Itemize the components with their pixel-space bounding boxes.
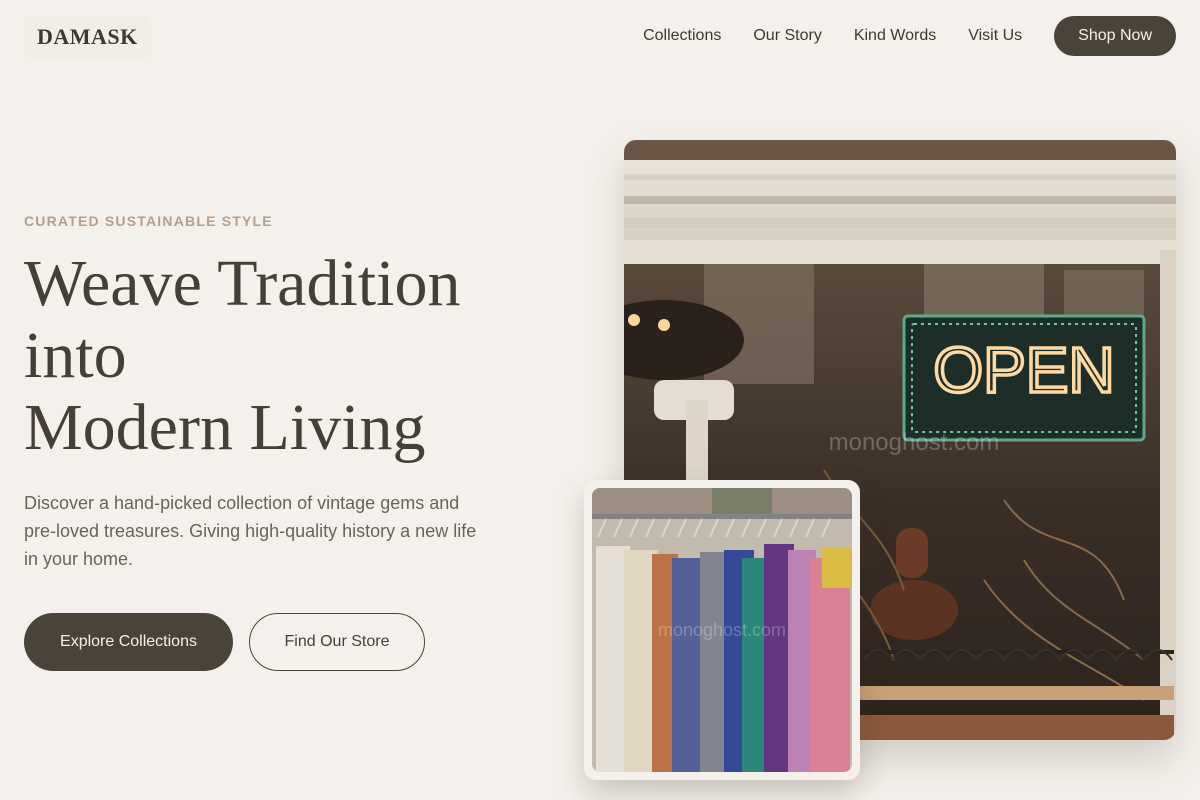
headline-line-1: Weave Tradition bbox=[24, 247, 461, 320]
nav-link-our-story[interactable]: Our Story bbox=[753, 27, 821, 45]
site-header: DAMASK Collections Our Story Kind Words … bbox=[0, 0, 1200, 72]
nav-link-kind-words[interactable]: Kind Words bbox=[854, 27, 936, 45]
clothing-rack-illustration: monoghost.com bbox=[592, 488, 852, 772]
nav-link-collections[interactable]: Collections bbox=[643, 27, 721, 45]
inset-watermark: monoghost.com bbox=[658, 620, 786, 640]
nav-link-visit-us[interactable]: Visit Us bbox=[968, 27, 1022, 45]
photo-watermark: monoghost.com bbox=[829, 429, 1000, 456]
clothing-rack-photo: monoghost.com bbox=[592, 488, 852, 772]
hero-eyebrow: CURATED SUSTAINABLE STYLE bbox=[24, 213, 273, 229]
open-sign-text: OPEN bbox=[933, 334, 1114, 406]
headline-line-2: into bbox=[24, 319, 127, 392]
shop-now-button[interactable]: Shop Now bbox=[1054, 16, 1176, 56]
hero-description: Discover a hand-picked collection of vin… bbox=[24, 493, 477, 569]
brand-logo[interactable]: DAMASK bbox=[24, 16, 151, 58]
explore-collections-button[interactable]: Explore Collections bbox=[24, 613, 233, 671]
headline-line-3: Modern Living bbox=[24, 391, 426, 464]
main-nav: Collections Our Story Kind Words Visit U… bbox=[643, 16, 1176, 56]
find-our-store-button[interactable]: Find Our Store bbox=[249, 613, 425, 671]
inset-photo-card: monoghost.com bbox=[584, 480, 860, 780]
hero-headline: Weave Tradition into Modern Living bbox=[24, 248, 584, 464]
